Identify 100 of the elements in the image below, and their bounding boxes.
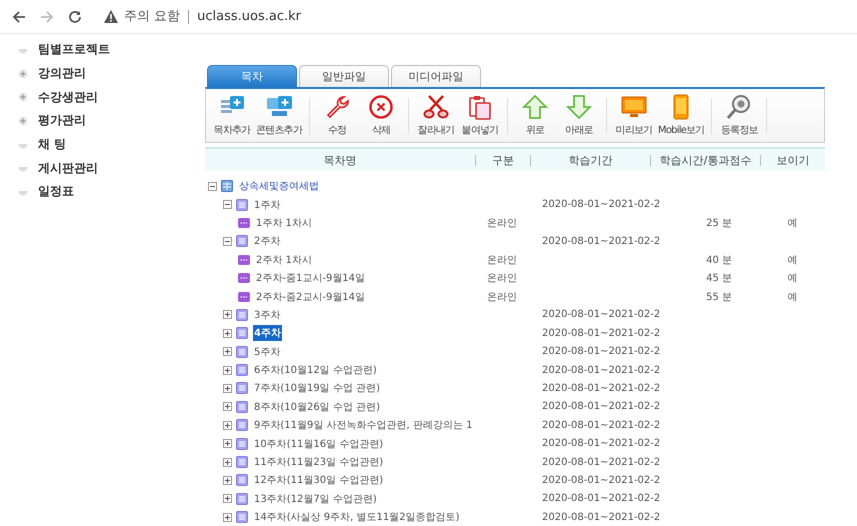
tree-item[interactable]: 4주차 [253,325,282,342]
table-cell: 2020-08-01~2021-02-2 [542,328,660,339]
folder-icon [236,198,248,211]
up-arrow-icon [522,94,548,120]
table-cell: 온라인 [487,292,517,303]
monitor-icon [621,94,648,120]
sidebar-item[interactable]: 게시판관리 [38,160,98,177]
expand-icon[interactable] [223,347,232,356]
collapse-icon[interactable] [223,200,232,210]
table-cell: 55 분 [706,292,732,303]
tree-item[interactable]: 2주차 [253,233,282,250]
table-cell: 2020-08-01~2021-02-2 [542,474,660,486]
sidebar-item[interactable]: 팀별프로젝트 [38,41,110,58]
expand-icon[interactable] [223,476,232,485]
column-header[interactable]: 학습시간/통과점수 [650,154,760,166]
tree-item[interactable]: 8주차(10월26일 수업 관련) [253,398,381,415]
sidebar-item[interactable]: 평가관리 [38,112,86,130]
tree-item[interactable]: 14주차(사실상 9주차, 별도11월2일종합검토) [253,509,461,526]
tree-item[interactable]: 11주차(11월23일 수업관련) [253,454,384,470]
table-cell: 예 [788,292,798,303]
column-header[interactable]: 보이기 [760,154,825,166]
tab[interactable]: 미디어파일 [391,65,481,87]
collapse-icon[interactable] [223,236,232,246]
toolbar-button[interactable]: Mobile보기 [656,94,706,137]
column-header[interactable]: 구분 [475,154,530,166]
expand-icon[interactable] [223,420,232,430]
column-header[interactable]: 목차명 [205,154,475,166]
reload-icon[interactable] [68,10,82,24]
folder-icon [236,308,248,321]
table-cell: 25 분 [706,218,732,229]
table-cell: 2020-08-01~2021-02-2 [542,199,660,210]
table-cell: 2020-08-01~2021-02-2 [542,420,660,431]
sidebar-item[interactable]: 수강생관리 [38,88,98,106]
toolbar-button[interactable]: 붙여넣기 [458,94,502,137]
expand-icon[interactable] [223,494,232,504]
folder-icon [236,327,248,340]
folder-icon [236,474,248,486]
expand-icon[interactable] [223,384,232,393]
sidebar-item[interactable]: 채 팅 [38,136,66,154]
column-header[interactable]: 학습기간 [530,154,650,166]
table-cell: 2020-08-01~2021-02-2 [542,456,660,468]
table-cell: 45 분 [706,273,732,284]
back-icon[interactable] [12,10,26,24]
tree-item[interactable]: 2주차-줌1교시-9월14일 [255,270,366,286]
paste-icon [467,94,494,120]
table-cell: 2020-08-01~2021-02-2 [542,236,660,247]
tree-item[interactable]: 10주차(11월16일 수업관련) [253,436,384,452]
expand-icon[interactable] [223,458,232,467]
tree-item[interactable]: 5주차 [253,344,282,360]
toolbar-button[interactable]: 목차추가 [210,94,254,137]
expand-icon[interactable] [223,439,232,448]
expand-icon[interactable] [223,366,232,375]
table-cell: 온라인 [487,254,517,266]
table-cell: 2020-08-01~2021-02-2 [542,493,660,504]
table-cell: 2020-08-01~2021-02-2 [542,401,660,412]
tree-item[interactable]: 6주차(10월12일 수업관련) [253,362,378,378]
toolbar-button[interactable]: 잘라내기 [414,94,458,137]
toolbar-button[interactable]: 미리보기 [612,94,656,137]
toolbar-button[interactable]: 아래로 [557,94,602,137]
tree-item[interactable]: 1주차 1차시 [255,214,313,231]
content-icon [238,218,250,228]
table-cell: 온라인 [487,218,517,229]
expand-icon[interactable] [223,328,232,338]
table-cell: 예 [788,273,798,284]
expand-icon[interactable] [223,512,232,522]
folder-icon [236,382,248,394]
tree-item[interactable]: 7주차(10월19일 수업 관련) [253,380,381,396]
tree-item[interactable]: 13주차(12월7일 수업관련) [253,490,378,507]
collapse-icon[interactable] [208,182,217,191]
security-label[interactable]: 주의 요함 [124,10,190,24]
expand-icon[interactable] [223,310,232,320]
wrench-icon [324,94,350,120]
folder-icon [236,346,248,358]
tree-item[interactable]: 9주차(11월9일 사전녹화수업관련, 판례강의는 1 [253,417,474,434]
content-icon [238,273,250,284]
folder-icon [236,492,248,505]
warning-icon[interactable] [104,10,118,23]
toolbar-button[interactable]: 콘텐츠추가 [254,94,304,137]
toolbar-button[interactable]: 삭제 [359,94,404,137]
toolbar-button[interactable]: 수정 [315,94,360,137]
table-cell: 예 [788,254,798,266]
tree-item[interactable]: 12주차(11월30일 수업관련) [253,472,384,488]
tree-item[interactable]: 3주차 [253,306,282,323]
toolbar-button[interactable]: 위로 [513,94,558,137]
sidebar-item[interactable]: 강의관리 [38,65,86,82]
down-arrow-icon [566,94,592,120]
folder-icon [236,419,248,432]
content-icon [238,292,250,302]
table-cell: 온라인 [487,273,517,284]
tree-item[interactable]: 1주차 [253,196,282,213]
magnifier-icon [726,94,752,120]
tree-item[interactable]: 2주차-줌2교시-9월14일 [255,288,366,305]
tab[interactable]: 일반파일 [299,65,389,87]
tree-item[interactable]: 2주차 1차시 [255,252,313,268]
tree-item[interactable]: 상속세및증여세법 [238,178,320,194]
sidebar-item[interactable]: 일정표 [38,183,74,200]
url-text[interactable]: uclass.uos.ac.kr [197,9,302,24]
toolbar-button[interactable]: 등록정보 [717,94,762,137]
book-icon [221,180,233,192]
expand-icon[interactable] [223,402,232,412]
